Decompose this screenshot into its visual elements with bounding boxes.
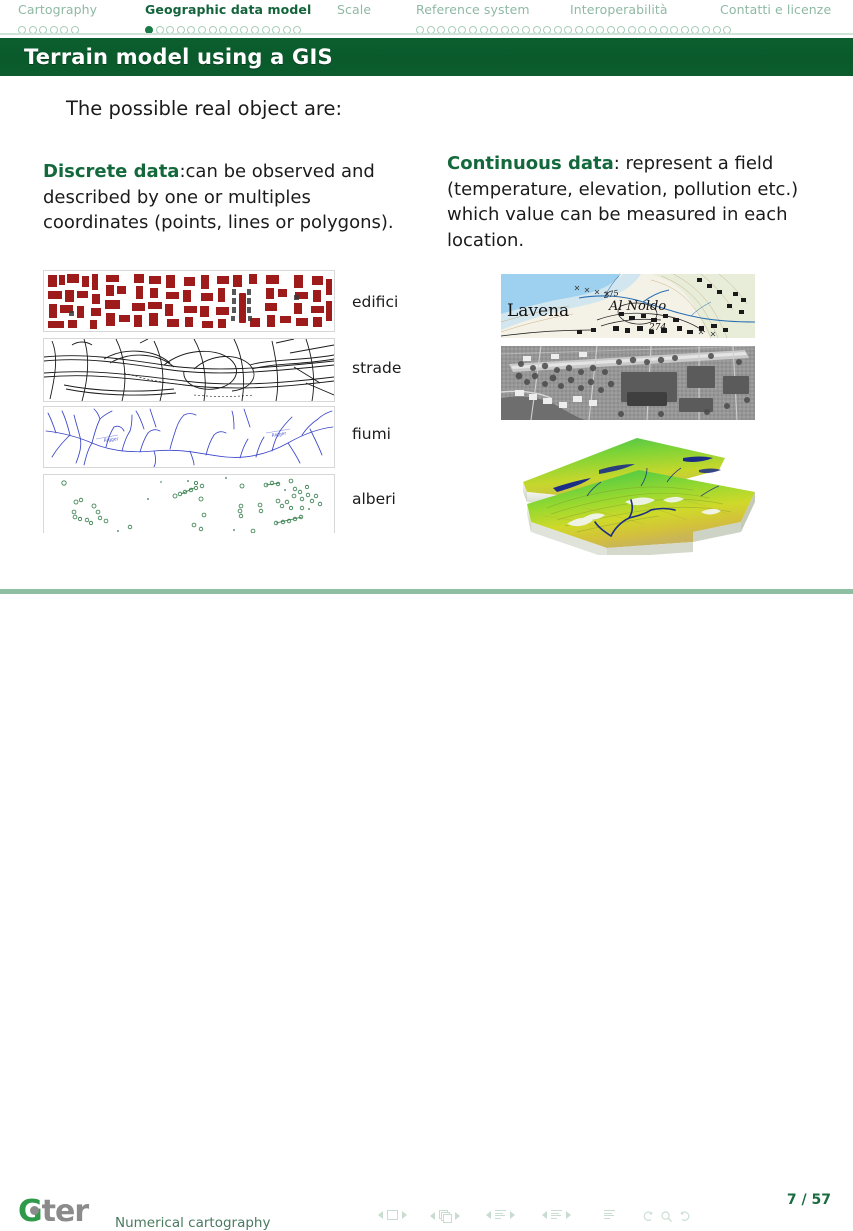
topographic-map: Lavena Al Noldo 275 274 bbox=[501, 274, 755, 338]
header-navigation: Cartography Geographic data model Scale … bbox=[0, 0, 853, 35]
nav-section-contatti-e-licenze[interactable]: Contatti e licenze bbox=[720, 2, 831, 17]
header-divider bbox=[0, 33, 853, 35]
frames-icon[interactable] bbox=[439, 1210, 452, 1223]
header-section-labels: Cartography Geographic data model Scale … bbox=[0, 2, 853, 18]
rivers-map: Rigger Rigger bbox=[43, 406, 335, 468]
intro-text: The possible real object are: bbox=[66, 97, 343, 120]
buildings-map-graphic bbox=[44, 271, 334, 331]
continuous-data-paragraph: Continuous data: represent a field (temp… bbox=[447, 151, 819, 253]
nav-slide-group[interactable] bbox=[378, 1210, 407, 1220]
nav-toc-group[interactable] bbox=[604, 1210, 615, 1219]
slide-title-bar: Terrain model using a GIS bbox=[0, 38, 853, 76]
buildings-map bbox=[43, 270, 335, 332]
nav-section-cartography[interactable]: Cartography bbox=[18, 2, 97, 17]
prev-frame-icon[interactable] bbox=[430, 1211, 435, 1220]
nav-section-interoperabilita[interactable]: Interoperabilità bbox=[570, 2, 668, 17]
footer: Gter Numerical cartography 7 / 57 bbox=[0, 594, 853, 1231]
forward-icon[interactable] bbox=[678, 1210, 691, 1223]
prev-subsection-icon[interactable] bbox=[486, 1210, 491, 1219]
dem-3d-block bbox=[487, 430, 777, 555]
gter-logo-text: Gter bbox=[18, 1194, 89, 1229]
roads-map-graphic bbox=[44, 339, 334, 401]
nav-history-group[interactable] bbox=[642, 1210, 691, 1223]
prev-section-icon[interactable] bbox=[542, 1210, 547, 1219]
orthophoto bbox=[501, 346, 755, 420]
label-strade: strade bbox=[352, 359, 402, 377]
label-fiumi: fiumi bbox=[352, 425, 391, 443]
nav-dots-cartography[interactable] bbox=[18, 19, 82, 34]
label-edifici: edifici bbox=[352, 293, 399, 311]
gter-logo[interactable]: Gter bbox=[18, 1194, 114, 1229]
next-subsection-icon[interactable] bbox=[510, 1210, 515, 1219]
nav-section-group[interactable] bbox=[542, 1210, 571, 1219]
nav-subsection-group[interactable] bbox=[486, 1210, 515, 1219]
section-icon[interactable] bbox=[551, 1210, 562, 1219]
dem-3d-block-graphic bbox=[523, 438, 755, 555]
next-slide-icon[interactable] bbox=[402, 1211, 407, 1219]
nav-dots-geographic-data-model[interactable] bbox=[145, 19, 304, 34]
trees-map-graphic bbox=[44, 475, 334, 533]
nav-section-scale[interactable]: Scale bbox=[337, 2, 371, 17]
page-title: Terrain model using a GIS bbox=[24, 45, 333, 69]
svg-text:Lavena: Lavena bbox=[507, 301, 569, 321]
page-number: 7 / 57 bbox=[786, 1192, 831, 1208]
gter-logo-ter: ter bbox=[41, 1194, 89, 1229]
nav-dots-remaining-sections[interactable] bbox=[416, 19, 734, 34]
slide-icon[interactable] bbox=[387, 1210, 398, 1220]
svg-text:274: 274 bbox=[648, 323, 666, 333]
discrete-data-paragraph: Discrete data:can be observed and descri… bbox=[43, 159, 415, 236]
nav-section-geographic-data-model[interactable]: Geographic data model bbox=[145, 2, 311, 17]
back-icon[interactable] bbox=[642, 1210, 655, 1223]
rivers-map-graphic: Rigger Rigger bbox=[44, 407, 334, 467]
svg-text:Al Noldo: Al Noldo bbox=[608, 299, 666, 314]
topographic-map-graphic: Lavena Al Noldo 275 274 bbox=[501, 274, 755, 338]
continuous-data-keyword: Continuous data bbox=[447, 153, 614, 174]
nav-frame-group[interactable] bbox=[430, 1210, 460, 1223]
trees-map bbox=[43, 474, 335, 533]
gter-logo-dot-icon bbox=[30, 1206, 39, 1215]
orthophoto-graphic bbox=[501, 346, 755, 420]
prev-slide-icon[interactable] bbox=[378, 1211, 383, 1219]
nav-section-reference-system[interactable]: Reference system bbox=[416, 2, 530, 17]
roads-map bbox=[43, 338, 335, 402]
label-alberi: alberi bbox=[352, 490, 396, 508]
course-name: Numerical cartography bbox=[115, 1215, 271, 1231]
subsection-icon[interactable] bbox=[495, 1210, 506, 1219]
next-section-icon[interactable] bbox=[566, 1210, 571, 1219]
toc-icon[interactable] bbox=[604, 1210, 615, 1219]
slide: Cartography Geographic data model Scale … bbox=[0, 0, 853, 1231]
next-frame-icon[interactable] bbox=[455, 1211, 460, 1220]
discrete-data-keyword: Discrete data bbox=[43, 161, 180, 182]
search-icon[interactable] bbox=[660, 1210, 673, 1223]
